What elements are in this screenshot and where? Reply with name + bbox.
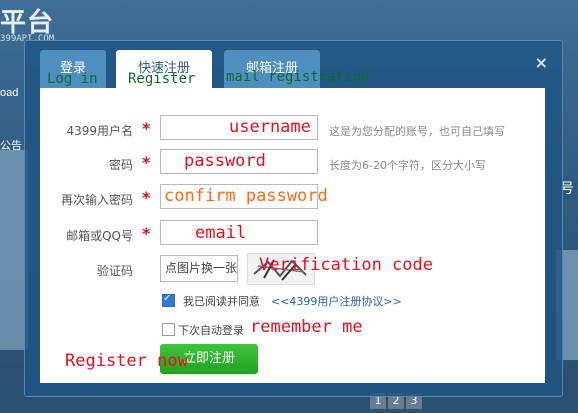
annotation-verification-code: Verification code	[259, 255, 433, 275]
captcha-label: 验证码	[96, 264, 133, 278]
annotation-register-now: Register now	[65, 351, 188, 371]
password-label: 密码	[108, 158, 133, 172]
register-form: 4399用户名 * username 这是为您分配的账号，也可自己填写 密码 *…	[40, 88, 545, 383]
password-required-mark: *	[142, 153, 151, 172]
confirm-password-required-mark: *	[142, 188, 151, 207]
register-dialog: × 登录 快速注册 邮箱注册 Log in Register mail regi…	[24, 40, 563, 397]
agreement-link[interactable]: <<4399用户注册协议>>	[271, 293, 402, 309]
agree-text: 我已阅读并同意	[183, 295, 260, 308]
username-hint: 这是为您分配的账号，也可自己填写	[329, 125, 505, 138]
email-required-mark: *	[142, 224, 151, 243]
agree-checkbox[interactable]	[162, 293, 175, 307]
annotation-username: username	[229, 117, 311, 137]
annotation-confirm-password: confirm password	[164, 186, 328, 206]
remember-checkbox[interactable]	[162, 323, 175, 336]
username-label: 4399用户名	[66, 124, 133, 138]
password-hint: 长度为6-20个字符，区分大小写	[329, 159, 486, 172]
annotation-login: Log in	[47, 71, 98, 87]
annotation-email: email	[195, 223, 247, 243]
background-side-text: oad	[0, 87, 19, 99]
annotation-remember-me: remember me	[250, 317, 363, 337]
captcha-input[interactable]: 点图片换一张	[160, 255, 238, 282]
email-label: 邮箱或QQ号	[66, 229, 133, 243]
username-required-mark: *	[142, 119, 151, 138]
confirm-password-label: 再次输入密码	[60, 193, 133, 207]
remember-text: 下次自动登录	[178, 324, 244, 337]
close-icon[interactable]: ×	[535, 53, 548, 72]
annotation-register: Register	[128, 71, 196, 87]
annotation-mail-registration: mail registration	[226, 69, 370, 85]
annotation-password: password	[184, 151, 266, 171]
